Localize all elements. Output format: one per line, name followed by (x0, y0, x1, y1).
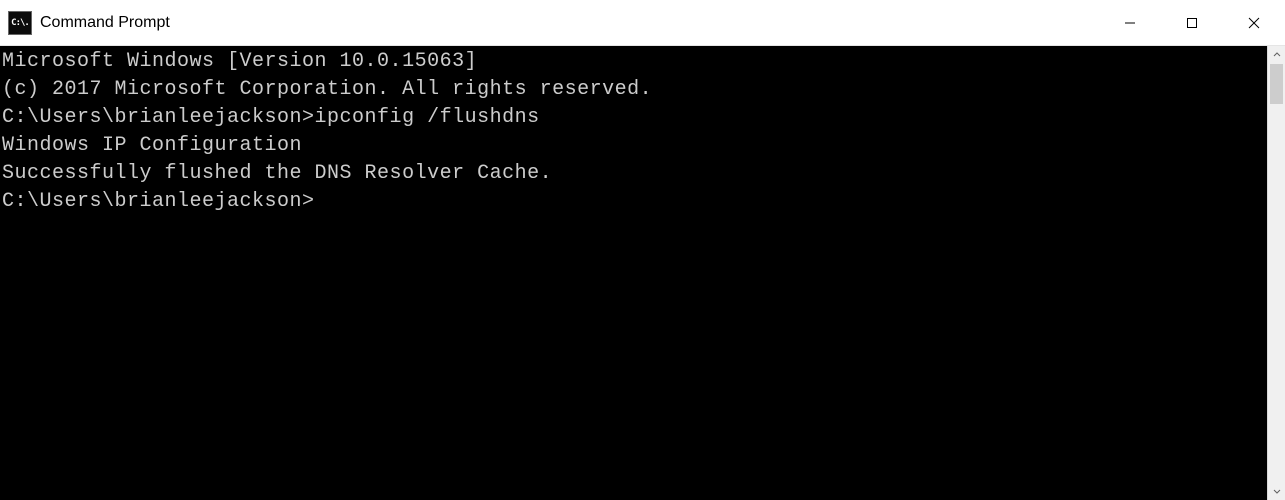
maximize-icon (1186, 17, 1198, 29)
titlebar-left: C:\. Command Prompt (0, 11, 1099, 35)
scroll-thumb[interactable] (1270, 64, 1283, 104)
window-controls (1099, 0, 1285, 45)
terminal-line: Microsoft Windows [Version 10.0.15063] (2, 48, 1267, 76)
terminal-line: Windows IP Configuration (2, 132, 1267, 160)
scroll-up-arrow-icon[interactable] (1268, 46, 1285, 64)
close-button[interactable] (1223, 0, 1285, 45)
close-icon (1248, 17, 1260, 29)
chevron-up-icon (1273, 51, 1281, 59)
terminal-output[interactable]: Microsoft Windows [Version 10.0.15063](c… (0, 46, 1267, 500)
minimize-button[interactable] (1099, 0, 1161, 45)
scroll-down-arrow-icon[interactable] (1268, 482, 1285, 500)
vertical-scrollbar[interactable] (1267, 46, 1285, 500)
chevron-down-icon (1273, 487, 1281, 495)
terminal-line: Successfully flushed the DNS Resolver Ca… (2, 160, 1267, 188)
terminal-line: C:\Users\brianleejackson> (2, 188, 1267, 216)
scroll-track[interactable] (1268, 64, 1285, 482)
terminal-line: C:\Users\brianleejackson>ipconfig /flush… (2, 104, 1267, 132)
minimize-icon (1124, 17, 1136, 29)
window-titlebar: C:\. Command Prompt (0, 0, 1285, 46)
terminal-line: (c) 2017 Microsoft Corporation. All righ… (2, 76, 1267, 104)
command-prompt-icon: C:\. (8, 11, 32, 35)
maximize-button[interactable] (1161, 0, 1223, 45)
content-area: Microsoft Windows [Version 10.0.15063](c… (0, 46, 1285, 500)
window-title: Command Prompt (40, 14, 170, 32)
